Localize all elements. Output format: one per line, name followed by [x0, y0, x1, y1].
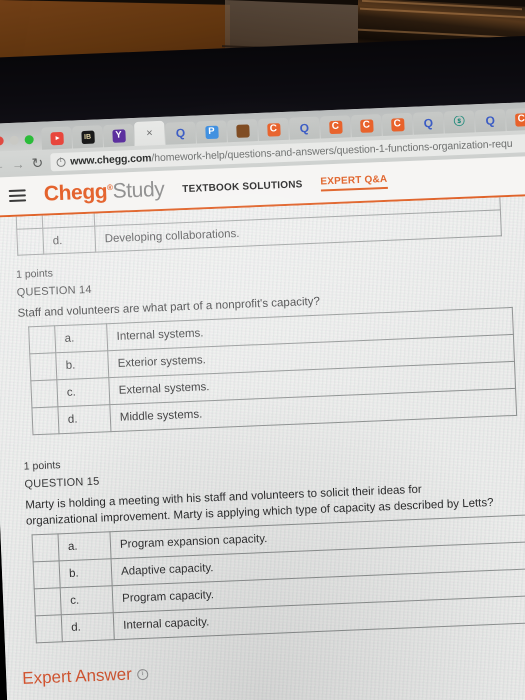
option-letter: a. — [54, 323, 108, 353]
forward-arrow-icon[interactable]: → — [11, 156, 25, 172]
option-radio-cell[interactable] — [16, 228, 44, 256]
browser-tab-10[interactable]: C — [350, 114, 382, 138]
browser-tab-2[interactable]: Y — [103, 124, 135, 148]
expert-answer-heading: Expert Answer — [21, 664, 149, 689]
chegg-icon: C — [359, 118, 374, 133]
browser-tab-14[interactable]: Q — [474, 109, 506, 133]
brand-study: Study — [112, 177, 165, 203]
option-letter: c. — [60, 585, 114, 615]
chegg-icon: C — [328, 120, 343, 134]
reload-icon[interactable]: ↻ — [31, 155, 43, 171]
question-number: QUESTION 14 — [16, 283, 92, 299]
question-number: QUESTION 15 — [24, 475, 100, 491]
crest-icon — [235, 123, 250, 138]
info-circle-icon[interactable] — [136, 668, 149, 680]
browser-tab-7[interactable]: C — [258, 117, 289, 141]
quizlet-icon: Q — [423, 116, 434, 130]
window-traffic-lights — [0, 135, 42, 152]
expert-answer-label: Expert Answer — [21, 664, 133, 688]
chegg-study-logo[interactable]: Chegg®Study — [43, 178, 164, 207]
option-letter: d. — [42, 226, 96, 255]
dark-site-icon: IB — [80, 130, 95, 144]
option-radio-cell[interactable] — [29, 352, 57, 381]
maximize-window-button[interactable] — [24, 135, 34, 145]
question-points: 1 points — [23, 459, 61, 473]
url-domain: www.chegg.com — [70, 152, 152, 168]
browser-tab-0[interactable] — [41, 126, 73, 150]
question-points: 1 points — [15, 267, 54, 281]
site-info-icon[interactable] — [56, 157, 66, 167]
nav-link-expert-qa[interactable]: EXPERT Q&A — [320, 173, 388, 192]
back-arrow-icon[interactable]: ← — [0, 157, 5, 173]
option-radio-cell[interactable] — [28, 325, 56, 354]
browser-window: IBY×QPCQCCCQⓢQCQQQQ ← → ↻ www.chegg.com/… — [0, 101, 525, 700]
option-letter: d. — [61, 612, 115, 642]
chegg-icon: C — [266, 122, 281, 137]
nav-link-textbook-solutions[interactable]: TEXTBOOK SOLUTIONS — [182, 179, 303, 195]
screenshot-root: IBY×QPCQCCCQⓢQCQQQQ ← → ↻ www.chegg.com/… — [0, 0, 525, 700]
browser-tab-5[interactable]: P — [196, 120, 227, 144]
option-letter: c. — [56, 377, 110, 407]
browser-tab-6[interactable] — [227, 119, 258, 143]
youtube-icon — [49, 131, 64, 145]
option-letter: b. — [59, 558, 113, 588]
hamburger-menu-icon[interactable] — [8, 189, 27, 203]
quizlet-icon: Q — [485, 113, 496, 128]
browser-tab-9[interactable]: C — [319, 115, 351, 139]
question-14-options-table: a. Internal systems. b. Exterior systems. c.… — [28, 307, 517, 435]
chegg-icon: C — [390, 117, 405, 132]
quizlet-icon: Q — [175, 126, 186, 140]
minimize-window-button[interactable] — [9, 135, 19, 145]
quizlet-icon: Q — [299, 121, 310, 135]
browser-tab-1[interactable]: IB — [72, 125, 104, 149]
option-letter: a. — [58, 531, 112, 561]
p-site-icon: P — [204, 125, 219, 139]
browser-tab-3[interactable]: × — [134, 120, 165, 146]
option-radio-cell[interactable] — [35, 614, 63, 643]
option-radio-cell[interactable] — [30, 379, 58, 408]
option-radio-cell[interactable] — [33, 560, 61, 589]
browser-tab-4[interactable]: Q — [165, 121, 196, 145]
browser-tab-8[interactable]: Q — [288, 116, 320, 140]
brand-chegg: Chegg — [43, 180, 108, 206]
browser-tab-15[interactable]: C — [505, 107, 525, 132]
close-tab-icon[interactable]: × — [146, 127, 153, 139]
close-window-button[interactable] — [0, 136, 4, 146]
option-radio-cell[interactable] — [34, 587, 62, 616]
browser-tab-13[interactable]: ⓢ — [443, 110, 475, 134]
teal-site-icon: ⓢ — [453, 115, 466, 128]
question-15-options-table: a. Program expansion capacity. b. Adaptive … — [32, 514, 525, 643]
browser-tab-11[interactable]: C — [381, 112, 413, 137]
option-radio-cell[interactable] — [31, 406, 59, 435]
chegg-icon: C — [514, 112, 525, 127]
quiz-page-content: d. Developing collaborations. 1 points Q… — [0, 195, 525, 700]
option-letter: d. — [57, 404, 111, 434]
option-letter: b. — [55, 350, 109, 380]
browser-tab-12[interactable]: Q — [412, 111, 444, 135]
yahoo-icon: Y — [111, 128, 126, 143]
option-radio-cell[interactable] — [32, 533, 60, 562]
